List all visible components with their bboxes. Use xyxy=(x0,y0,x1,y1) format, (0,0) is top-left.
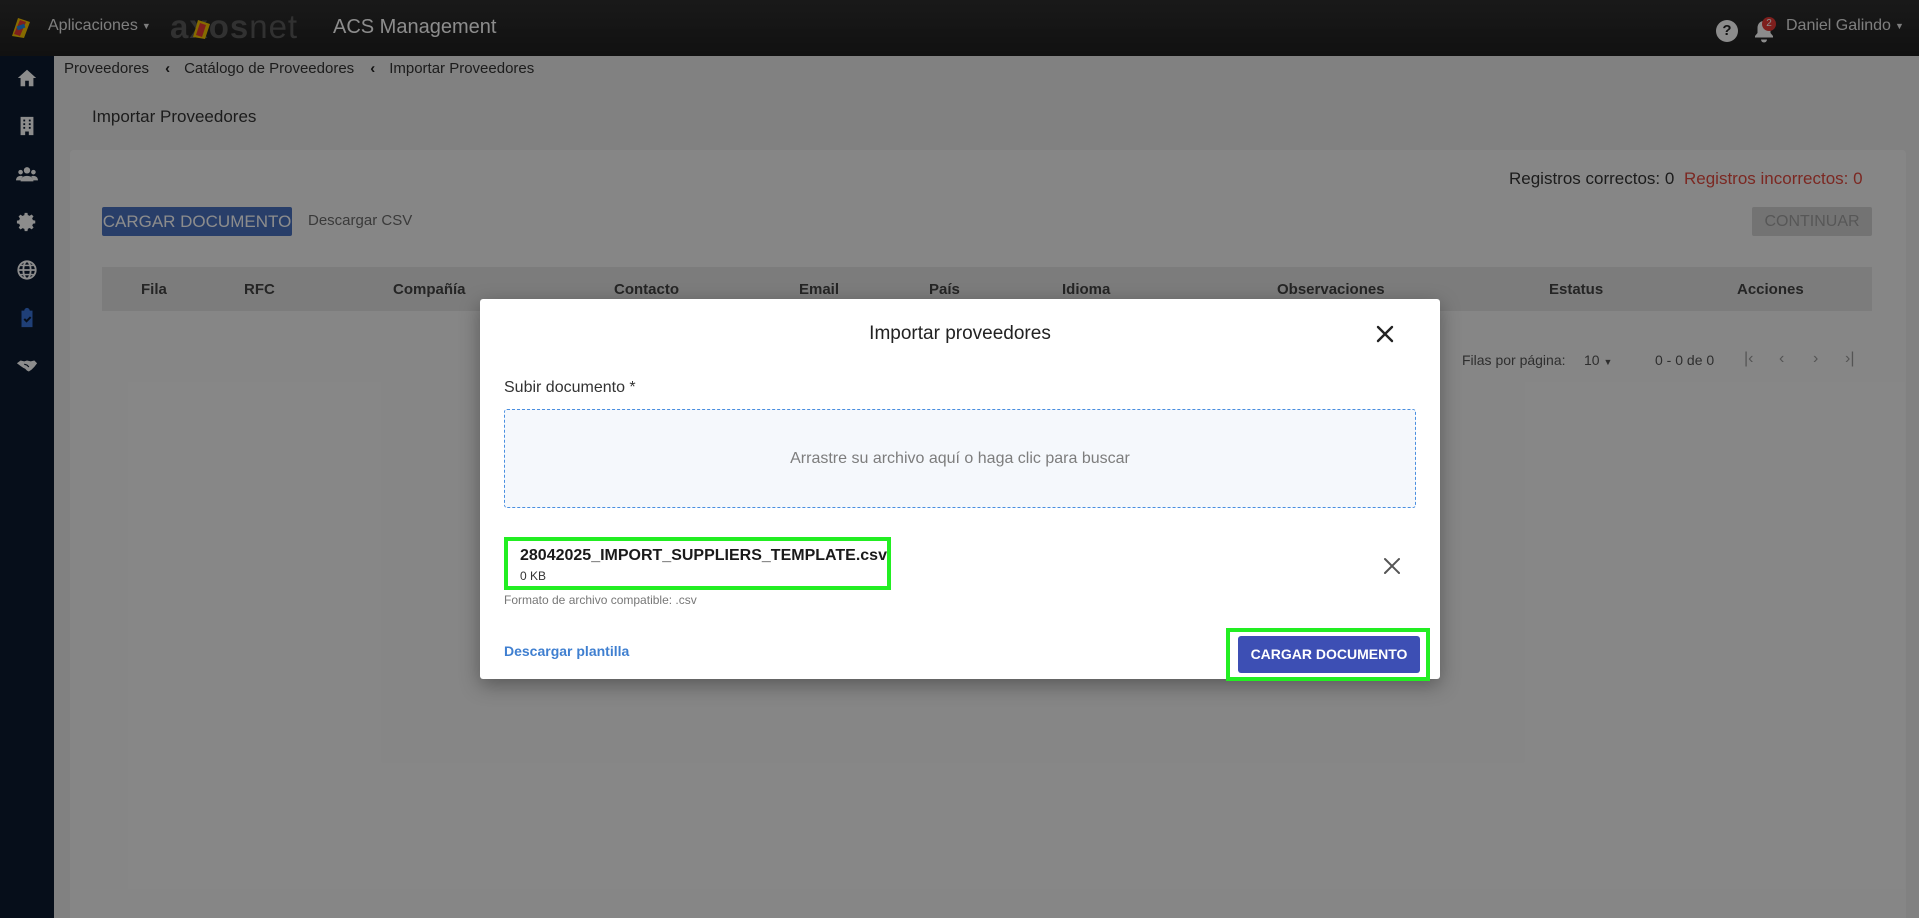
dropzone-text: Arrastre su archivo aquí o haga clic par… xyxy=(790,449,1130,467)
remove-file-icon[interactable] xyxy=(1382,556,1402,576)
close-icon[interactable] xyxy=(1374,323,1396,345)
upload-field-label: Subir documento * xyxy=(504,379,636,396)
selected-file: 28042025_IMPORT_SUPPLIERS_TEMPLATE.csv 0… xyxy=(504,537,891,590)
import-suppliers-dialog: Importar proveedores Subir documento * A… xyxy=(480,299,1440,681)
file-size: 0 KB xyxy=(520,569,547,583)
dialog-title: Importar proveedores xyxy=(869,323,1051,344)
file-dropzone[interactable]: Arrastre su archivo aquí o haga clic par… xyxy=(504,409,1416,508)
file-name: 28042025_IMPORT_SUPPLIERS_TEMPLATE.csv xyxy=(520,547,887,564)
file-format-note: Formato de archivo compatible: .csv xyxy=(504,593,697,607)
download-template-link[interactable]: Descargar plantilla xyxy=(504,643,629,659)
upload-document-submit-button[interactable]: CARGAR DOCUMENTO xyxy=(1238,636,1420,673)
submit-highlight: CARGAR DOCUMENTO xyxy=(1226,628,1430,681)
